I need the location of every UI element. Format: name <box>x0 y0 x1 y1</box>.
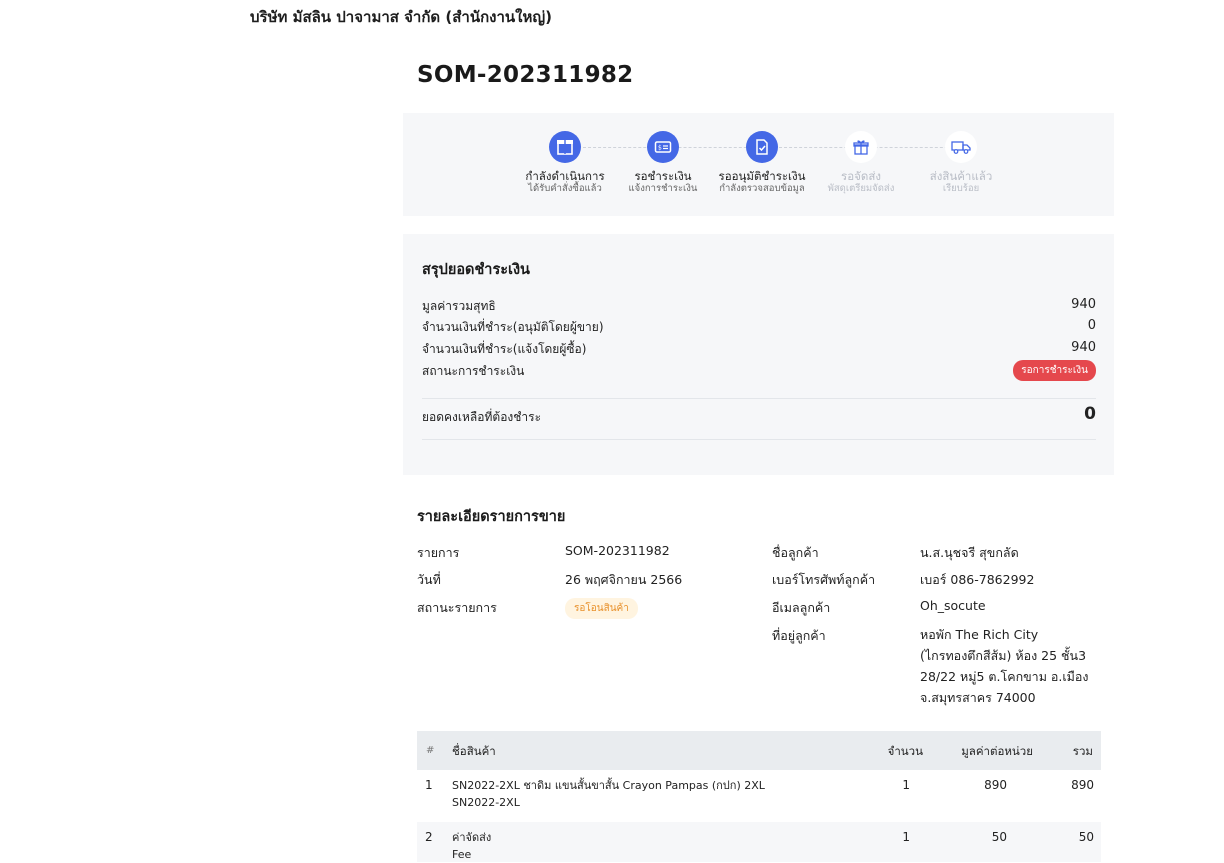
customer-phone: เบอร์ 086-7862992 <box>920 572 1035 587</box>
table-header: # ชื่อสินค้า จำนวน มูลค่าต่อหน่วย รวม <box>417 731 1101 770</box>
summary-row-net-total: มูลค่ารวมสุทธิ 940 <box>422 297 1096 317</box>
summary-label: มูลค่ารวมสุทธิ <box>422 299 496 313</box>
customer-address: หอพัก The Rich City (ไกรทองตึกสีส้ม) ห้อ… <box>920 624 1100 708</box>
header-no: # <box>426 745 435 756</box>
summary-label: จำนวนเงินที่ชำระ(อนุมัติโดยผู้ขาย) <box>422 320 604 334</box>
divider <box>422 439 1096 440</box>
order-progress-steps: กำลังดำเนินการ ได้รับคำสั่งซื้อแล้ว $ รอ… <box>403 113 1114 216</box>
row-product-name: ค่าจัดส่ง <box>452 831 492 844</box>
box-icon <box>549 131 581 163</box>
step-subtitle: เรียบร้อย <box>942 183 980 194</box>
step-delivered: ส่งสินค้าแล้ว เรียบร้อย <box>906 131 1016 195</box>
payment-card-icon: $ <box>647 131 679 163</box>
row-product-sku: SN2022-2XL <box>452 796 520 809</box>
address-line: (ไกรทองตึกสีส้ม) ห้อง 25 ชั้น3 <box>920 648 1087 663</box>
divider <box>422 398 1096 399</box>
row-qty: 1 <box>902 830 910 844</box>
svg-text:$: $ <box>658 145 662 152</box>
row-qty: 1 <box>902 778 910 792</box>
document-check-icon <box>746 131 778 163</box>
table-row: 1 SN2022-2XL ชาดิม แขนสั้นขาสั้น Crayon … <box>417 770 1101 822</box>
item-label: รายการ <box>417 545 460 560</box>
balance-label: ยอดคงเหลือที่ต้องชำระ <box>422 410 542 424</box>
order-number-title: SOM-202311982 <box>417 62 634 88</box>
balance-value: 0 <box>1084 404 1096 424</box>
summary-value: 940 <box>1071 297 1096 312</box>
order-status-badge: รอโอนสินค้า <box>565 598 638 619</box>
row-product: ค่าจัดส่ง Fee <box>452 829 491 863</box>
order-status-label: สถานะรายการ <box>417 600 497 615</box>
summary-label: จำนวนเงินที่ชำระ(แจ้งโดยผู้ซื้อ) <box>422 342 587 356</box>
row-product-name: SN2022-2XL ชาดิม แขนสั้นขาสั้น Crayon Pa… <box>452 779 765 792</box>
header-qty: จำนวน <box>887 744 923 758</box>
step-subtitle: แจ้งการชำระเงิน <box>628 183 698 194</box>
date-label: วันที่ <box>417 572 441 587</box>
sales-details-title: รายละเอียดรายการขาย <box>417 509 566 525</box>
summary-label: สถานะการชำระเงิน <box>422 364 525 378</box>
table-row: 2 ค่าจัดส่ง Fee 1 50 50 <box>417 822 1101 862</box>
payment-summary-panel: สรุปยอดชำระเงิน มูลค่ารวมสุทธิ 940 จำนวน… <box>403 234 1114 475</box>
address-line: 28/22 หมู่5 ต.โคกขาม อ.เมือง <box>920 669 1089 684</box>
customer-address-label: ที่อยู่ลูกค้า <box>772 628 826 643</box>
row-total: 50 <box>1078 830 1094 844</box>
step-payment-approval: รออนุมัติชำระเงิน กำลังตรวจสอบข้อมูล <box>707 131 817 195</box>
customer-email: Oh_socute <box>920 598 986 613</box>
summary-row-balance: ยอดคงเหลือที่ต้องชำระ 0 <box>422 404 1096 428</box>
row-product: SN2022-2XL ชาดิม แขนสั้นขาสั้น Crayon Pa… <box>452 777 765 811</box>
step-title: รอชำระเงิน <box>634 169 692 183</box>
address-line: จ.สมุทรสาคร 74000 <box>920 690 1036 705</box>
step-title: รอจัดส่ง <box>841 169 881 183</box>
step-subtitle: พัสดุเตรียมจัดส่ง <box>827 183 895 194</box>
company-name: บริษัท มัสลิน ปาจามาส จำกัด (สำนักงานใหญ… <box>250 8 553 26</box>
customer-name-label: ชื่อลูกค้า <box>772 545 819 560</box>
step-awaiting-payment: $ รอชำระเงิน แจ้งการชำระเงิน <box>608 131 718 195</box>
payment-status-badge: รอการชำระเงิน <box>1013 360 1096 381</box>
summary-row-paid-approved: จำนวนเงินที่ชำระ(อนุมัติโดยผู้ขาย) 0 <box>422 318 1096 338</box>
step-title: รออนุมัติชำระเงิน <box>718 169 806 183</box>
row-unit-price: 890 <box>984 778 1007 792</box>
summary-title: สรุปยอดชำระเงิน <box>422 262 530 278</box>
summary-value: 940 <box>1071 340 1096 355</box>
row-total: 890 <box>1071 778 1094 792</box>
step-title: ส่งสินค้าแล้ว <box>929 169 993 183</box>
row-no: 2 <box>425 830 433 844</box>
header-total: รวม <box>1072 744 1093 758</box>
header-unit-price: มูลค่าต่อหน่วย <box>961 744 1033 758</box>
summary-row-paid-reported: จำนวนเงินที่ชำระ(แจ้งโดยผู้ซื้อ) 940 <box>422 340 1096 360</box>
row-no: 1 <box>425 778 433 792</box>
truck-icon <box>945 131 977 163</box>
gift-icon <box>845 131 877 163</box>
customer-email-label: อีเมลลูกค้า <box>772 600 831 615</box>
step-awaiting-shipment: รอจัดส่ง พัสดุเตรียมจัดส่ง <box>806 131 916 195</box>
summary-value: 0 <box>1087 318 1096 333</box>
step-title: กำลังดำเนินการ <box>525 169 605 183</box>
date-value: 26 พฤศจิกายน 2566 <box>565 572 683 587</box>
customer-phone-label: เบอร์โทรศัพท์ลูกค้า <box>772 572 876 587</box>
step-subtitle: ได้รับคำสั่งซื้อแล้ว <box>528 183 602 194</box>
summary-row-payment-status: สถานะการชำระเงิน รอการชำระเงิน <box>422 360 1096 382</box>
row-unit-price: 50 <box>991 830 1007 844</box>
step-subtitle: กำลังตรวจสอบข้อมูล <box>719 183 805 194</box>
item-value: SOM-202311982 <box>565 543 670 558</box>
step-processing: กำลังดำเนินการ ได้รับคำสั่งซื้อแล้ว <box>510 131 620 195</box>
customer-name: น.ส.นุชจรี สุขกลัด <box>920 545 1019 560</box>
header-name: ชื่อสินค้า <box>452 744 496 758</box>
address-line: หอพัก The Rich City <box>920 627 1039 642</box>
